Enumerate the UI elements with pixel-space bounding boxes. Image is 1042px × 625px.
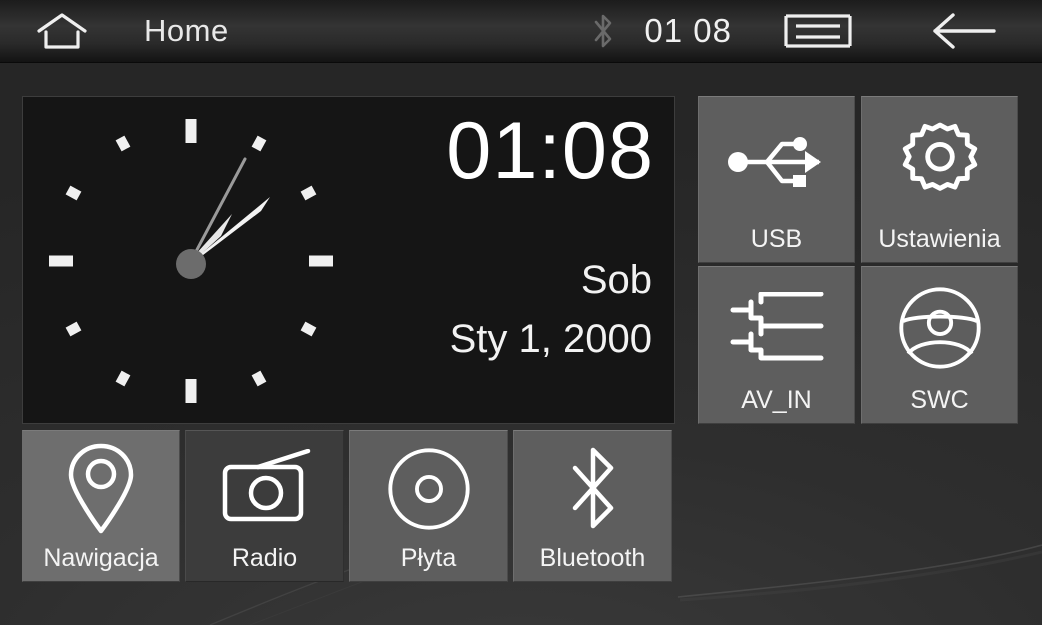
gear-icon-wrap (862, 97, 1017, 227)
radio-icon (218, 448, 312, 529)
map-pin-icon-wrap (23, 431, 179, 546)
home-icon (36, 12, 88, 50)
clock-second-hand (189, 157, 247, 263)
statusbar-clock: 01 08 (644, 12, 732, 49)
menu-button[interactable] (780, 9, 856, 53)
page-title: Home (144, 13, 229, 48)
av-input-icon (729, 291, 825, 364)
tile-disc-label: Płyta (400, 544, 457, 572)
back-button[interactable] (928, 9, 1000, 53)
tile-navigation[interactable]: Nawigacja (22, 430, 180, 582)
tile-settings-label: Ustawienia (878, 225, 1001, 253)
tile-bluetooth-label: Bluetooth (539, 544, 646, 572)
usb-icon (727, 126, 827, 198)
analog-clock (49, 119, 333, 403)
status-bar: Home 01 08 (0, 0, 1042, 63)
disc-icon (386, 446, 472, 532)
tile-radio-label: Radio (231, 544, 298, 572)
weekday-label: Sob (580, 258, 652, 302)
tile-av-in-label: AV_IN (741, 386, 812, 414)
steering-wheel-icon (897, 285, 983, 371)
menu-icon (783, 11, 853, 51)
tile-settings[interactable]: Ustawienia (861, 96, 1018, 263)
statusbar-bluetooth-indicator (586, 11, 620, 51)
home-button[interactable] (34, 11, 90, 51)
usb-icon-wrap (699, 97, 854, 227)
tile-bluetooth[interactable]: Bluetooth (513, 430, 672, 582)
tile-usb[interactable]: USB (698, 96, 855, 263)
tile-usb-label: USB (750, 225, 803, 253)
head-unit-screen: Home 01 08 01:08 Sob Sty 1, 2000 USB Ust… (0, 0, 1042, 625)
tile-av-in[interactable]: AV_IN (698, 266, 855, 424)
bluetooth-icon (592, 12, 614, 50)
digital-clock: 01:08 (446, 106, 654, 196)
clock-center-cap (176, 249, 206, 279)
gear-icon (896, 118, 984, 206)
tile-radio[interactable]: Radio (185, 430, 344, 582)
av-input-icon-wrap (699, 267, 854, 388)
date-label: Sty 1, 2000 (449, 317, 652, 361)
clock-widget[interactable]: 01:08 Sob Sty 1, 2000 (22, 96, 675, 424)
tile-disc[interactable]: Płyta (349, 430, 508, 582)
steering-wheel-icon-wrap (862, 267, 1017, 388)
bluetooth-icon (565, 444, 621, 534)
tile-swc[interactable]: SWC (861, 266, 1018, 424)
map-pin-icon (65, 443, 137, 535)
radio-icon-wrap (186, 431, 343, 546)
bluetooth-icon-wrap (514, 431, 671, 546)
tile-navigation-label: Nawigacja (43, 544, 159, 572)
back-arrow-icon (931, 11, 997, 51)
disc-icon-wrap (350, 431, 507, 546)
tile-swc-label: SWC (910, 386, 969, 414)
